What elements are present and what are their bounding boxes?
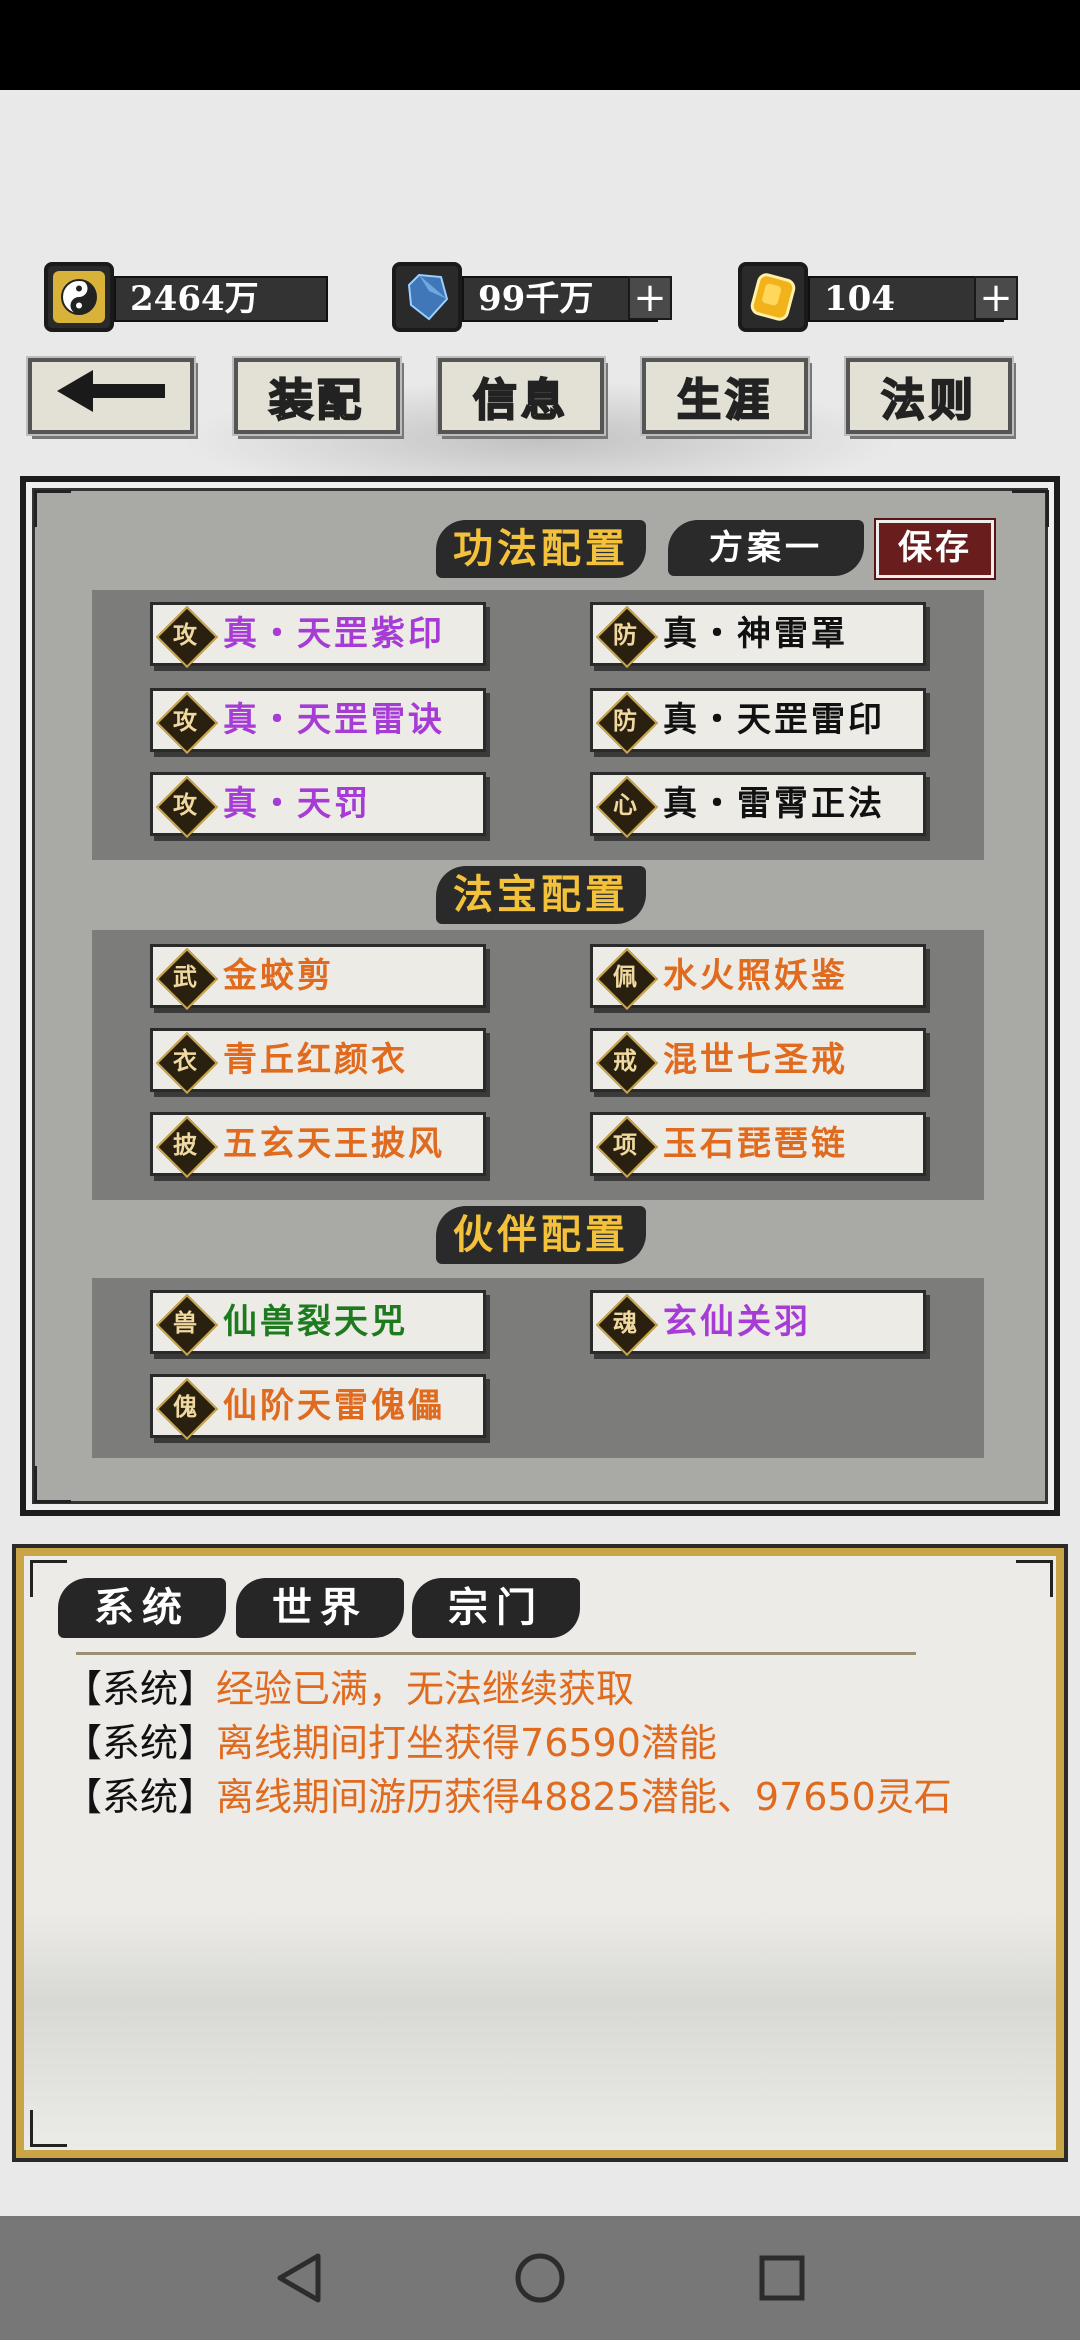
skill-name: 真・天罚: [223, 784, 371, 824]
crystal-icon: [392, 262, 462, 332]
skill-name: 真・天罡雷诀: [223, 700, 445, 740]
treasure-slot[interactable]: 披 五玄天王披风: [150, 1112, 486, 1179]
partner-slot[interactable]: 魂 玄仙关羽: [590, 1290, 926, 1357]
partner-name: 仙阶天雷傀儡: [223, 1386, 445, 1426]
chat-message: 【系统】离线期间打坐获得76590潜能: [64, 1718, 717, 1768]
skill-name: 真・雷霄正法: [663, 784, 885, 824]
message-text: 经验已满，无法继续获取: [216, 1667, 635, 1711]
partner-slot[interactable]: 傀 仙阶天雷傀儡: [150, 1374, 486, 1441]
add-gold-button[interactable]: +: [974, 276, 1018, 320]
back-arrow-icon: [51, 366, 171, 427]
partner-name: 仙兽裂天兕: [223, 1302, 408, 1342]
message-channel: 【系统】: [64, 1775, 217, 1819]
partner-name: 玄仙关羽: [663, 1302, 811, 1342]
panel-corner-ornament: [1012, 490, 1049, 527]
currency-spirit-value: 2464万: [114, 276, 328, 322]
treasure-slot[interactable]: 戒 混世七圣戒: [590, 1028, 926, 1095]
treasure-name: 玉石琵琶链: [663, 1124, 848, 1164]
chat-message: 【系统】经验已满，无法继续获取: [64, 1664, 634, 1714]
add-crystal-button[interactable]: +: [628, 276, 672, 320]
skill-slot[interactable]: 攻 真・天罡紫印: [150, 602, 486, 669]
treasure-slot[interactable]: 衣 青丘红颜衣: [150, 1028, 486, 1095]
currency-gold: 104 +: [738, 262, 1018, 332]
skill-slot[interactable]: 心 真・雷霄正法: [590, 772, 926, 839]
skill-slot[interactable]: 攻 真・天罚: [150, 772, 486, 839]
treasure-name: 青丘红颜衣: [223, 1040, 408, 1080]
skill-slot[interactable]: 攻 真・天罡雷诀: [150, 688, 486, 755]
chat-panel: [12, 1544, 1068, 2162]
treasure-name: 金蛟剪: [223, 956, 334, 996]
panel-corner-ornament: [34, 490, 71, 527]
home-circle-icon[interactable]: [512, 2250, 568, 2310]
treasure-slot[interactable]: 项 玉石琵琶链: [590, 1112, 926, 1179]
skills-section-title: 功法配置: [436, 520, 646, 578]
recents-square-icon[interactable]: [754, 2250, 810, 2310]
treasure-name: 水火照妖鉴: [663, 956, 848, 996]
message-text: 离线期间游历获得48825潜能、97650灵石: [216, 1775, 952, 1819]
tab-equip[interactable]: 装配: [232, 356, 402, 436]
currency-crystal: 99千万 +: [392, 262, 672, 332]
partners-section-title: 伙伴配置: [436, 1206, 646, 1264]
message-text: 离线期间打坐获得76590潜能: [216, 1721, 717, 1765]
message-channel: 【系统】: [64, 1667, 217, 1711]
treasure-name: 混世七圣戒: [663, 1040, 848, 1080]
chat-corner-ornament: [1016, 1560, 1053, 1597]
yinyang-icon: [44, 262, 114, 332]
skill-slot[interactable]: 防 真・神雷罩: [590, 602, 926, 669]
plan-selector[interactable]: 方案一: [668, 520, 864, 576]
chat-divider: [76, 1652, 916, 1655]
treasure-slot[interactable]: 武 金蛟剪: [150, 944, 486, 1011]
status-bar: [0, 0, 1080, 90]
tab-career[interactable]: 生涯: [640, 356, 810, 436]
tab-rules[interactable]: 法则: [844, 356, 1014, 436]
gold-gem-icon: [738, 262, 808, 332]
system-nav-bar: [0, 2216, 1080, 2340]
save-button[interactable]: 保存: [874, 518, 996, 580]
treasure-name: 五玄天王披风: [223, 1124, 445, 1164]
chat-corner-ornament: [30, 2110, 67, 2147]
panel-corner-ornament: [34, 1466, 71, 1503]
back-button[interactable]: [26, 356, 196, 436]
message-channel: 【系统】: [64, 1721, 217, 1765]
skill-name: 真・神雷罩: [663, 614, 848, 654]
chat-tab-system[interactable]: 系统: [58, 1578, 226, 1638]
skill-name: 真・天罡紫印: [223, 614, 445, 654]
chat-message: 【系统】离线期间游历获得48825潜能、97650灵石: [64, 1772, 952, 1822]
treasures-section-title: 法宝配置: [436, 866, 646, 924]
treasure-slot[interactable]: 佩 水火照妖鉴: [590, 944, 926, 1011]
skill-slot[interactable]: 防 真・天罡雷印: [590, 688, 926, 755]
skill-name: 真・天罡雷印: [663, 700, 885, 740]
back-triangle-icon[interactable]: [272, 2250, 328, 2310]
partner-slot[interactable]: 兽 仙兽裂天兕: [150, 1290, 486, 1357]
currency-spirit: 2464万: [44, 262, 328, 332]
tab-info[interactable]: 信息: [436, 356, 606, 436]
chat-tab-sect[interactable]: 宗门: [412, 1578, 580, 1638]
chat-tab-world[interactable]: 世界: [236, 1578, 404, 1638]
